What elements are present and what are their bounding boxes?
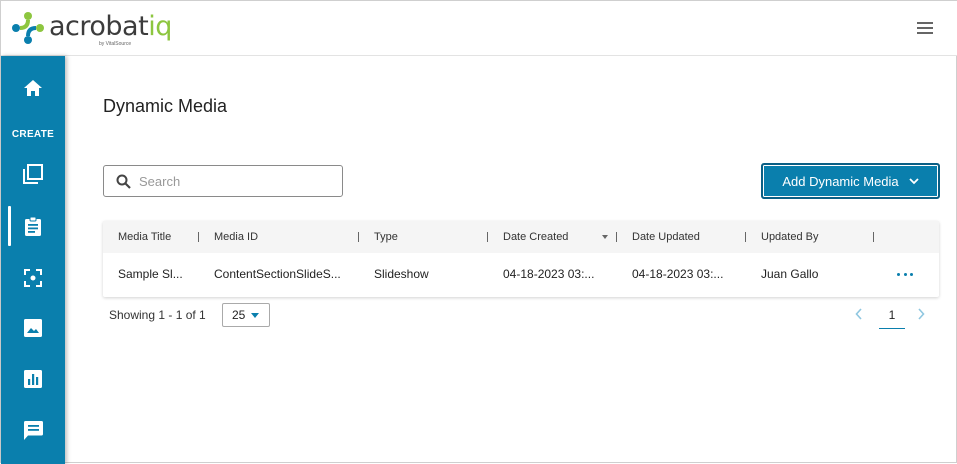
search-box[interactable] — [103, 165, 343, 197]
column-resize-handle[interactable] — [873, 232, 874, 242]
cell-type: Slideshow — [374, 267, 429, 281]
column-resize-handle[interactable] — [487, 232, 488, 242]
page-title: Dynamic Media — [103, 96, 228, 116]
pagination-page-1[interactable]: 1 — [879, 305, 905, 329]
top-header: acrobatiq by VitalSource — [1, 1, 957, 56]
sidebar-item-focus[interactable] — [1, 258, 65, 298]
logo-mark-icon — [12, 12, 44, 44]
sidebar-item-reports[interactable] — [1, 359, 65, 399]
sidebar-item-comments[interactable] — [1, 410, 65, 450]
home-icon — [24, 80, 42, 96]
hamburger-icon[interactable] — [917, 22, 933, 36]
cell-date-created: 04-18-2023 03:... — [503, 267, 595, 281]
chevron-left-icon — [855, 308, 862, 320]
column-header-media-id[interactable]: Media ID — [214, 221, 258, 253]
sidebar-item-images[interactable] — [1, 308, 65, 348]
column-resize-handle[interactable] — [616, 232, 617, 242]
column-header-date-created[interactable]: Date Created — [503, 221, 568, 253]
media-table: Media Title Media ID Type Date Created D… — [103, 221, 939, 297]
results-count: Showing 1 - 1 of 1 — [109, 308, 206, 322]
column-resize-handle[interactable] — [358, 232, 359, 242]
sidebar-item-home[interactable] — [1, 68, 65, 108]
sidebar-item-assessments[interactable] — [1, 206, 65, 246]
per-page-value: 25 — [232, 308, 246, 322]
pagination-next-button[interactable] — [917, 307, 925, 325]
copy-icon — [23, 164, 43, 184]
column-header-updated-by[interactable]: Updated By — [761, 221, 818, 253]
table-header: Media Title Media ID Type Date Created D… — [103, 221, 939, 253]
clipboard-icon — [25, 216, 41, 236]
image-icon — [24, 319, 42, 337]
focus-icon — [24, 269, 42, 287]
chevron-right-icon — [918, 308, 925, 320]
app-window: acrobatiq by VitalSource CREATE Dynamic … — [0, 0, 957, 464]
sidebar: CREATE — [1, 56, 65, 464]
cell-date-updated: 04-18-2023 03:... — [632, 267, 724, 281]
add-dynamic-media-label: Add Dynamic Media — [782, 173, 899, 189]
cell-media-title: Sample Sl... — [118, 267, 183, 281]
cell-updated-by: Juan Gallo — [761, 267, 819, 281]
acrobatiq-logo[interactable]: acrobatiq by VitalSource — [11, 9, 172, 49]
logo-tagline: by VitalSource — [99, 41, 132, 47]
search-input[interactable] — [139, 173, 319, 189]
sidebar-create-label: CREATE — [11, 129, 55, 140]
column-header-date-updated[interactable]: Date Updated — [632, 221, 700, 253]
column-resize-handle[interactable] — [198, 232, 199, 242]
chart-icon — [24, 370, 42, 388]
sidebar-item-copy[interactable] — [1, 154, 65, 194]
logo-wordmark: acrobatiq — [49, 11, 172, 42]
per-page-select[interactable]: 25 — [222, 303, 270, 327]
column-header-media-title[interactable]: Media Title — [118, 221, 171, 253]
caret-down-icon — [251, 312, 260, 318]
pagination-prev-button[interactable] — [855, 307, 863, 325]
cell-media-id: ContentSectionSlideS... — [214, 267, 341, 281]
add-dynamic-media-button[interactable]: Add Dynamic Media — [761, 163, 940, 199]
column-header-type[interactable]: Type — [374, 221, 398, 253]
column-resize-handle[interactable] — [745, 232, 746, 242]
logo-word-2: iq — [148, 11, 172, 42]
logo-word-1: acrobat — [49, 11, 149, 42]
chevron-down-icon — [909, 177, 919, 184]
sort-desc-icon[interactable] — [602, 235, 608, 239]
comment-icon — [23, 420, 43, 440]
row-actions-more-icon[interactable] — [897, 265, 913, 283]
search-icon — [116, 174, 131, 189]
